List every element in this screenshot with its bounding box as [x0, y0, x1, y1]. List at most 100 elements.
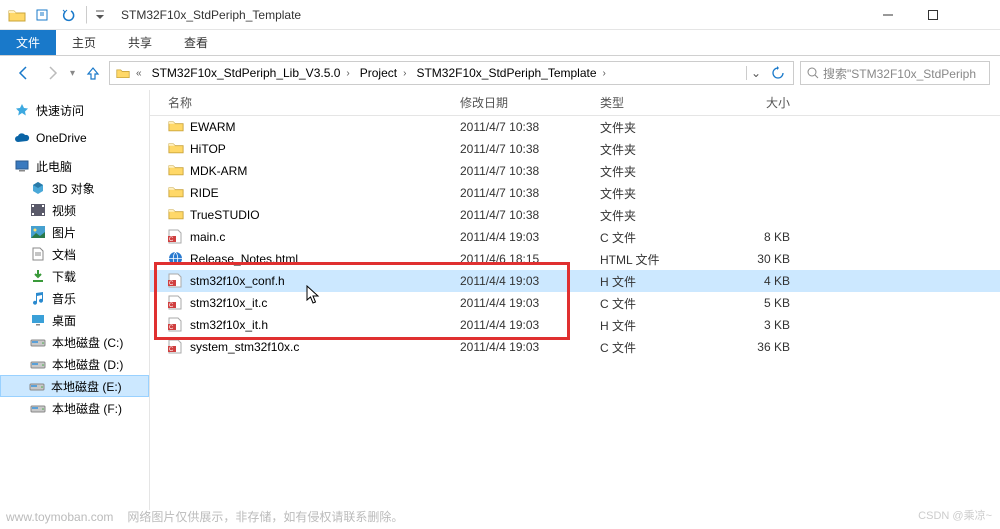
cfile-icon: C: [168, 295, 184, 311]
file-type: 文件夹: [590, 141, 720, 158]
header-date[interactable]: 修改日期: [450, 90, 590, 115]
sidebar-quick-access[interactable]: 快速访问: [0, 99, 149, 121]
watermark-footer: www.toymoban.com 网络图片仅供展示，非存储，如有侵权请联系删除。: [0, 508, 1000, 525]
sidebar-item[interactable]: 图片: [0, 221, 149, 243]
file-row[interactable]: Cmain.c2011/4/4 19:03C 文件8 KB: [150, 226, 1000, 248]
file-name: MDK-ARM: [190, 164, 247, 178]
cfile-icon: C: [168, 339, 184, 355]
search-box[interactable]: 搜索"STM32F10x_StdPeriph: [800, 61, 990, 85]
file-row[interactable]: Cstm32f10x_it.c2011/4/4 19:03C 文件5 KB: [150, 292, 1000, 314]
sidebar-item[interactable]: 本地磁盘 (F:): [0, 397, 149, 419]
sidebar-item[interactable]: 本地磁盘 (D:): [0, 353, 149, 375]
sidebar-label: 本地磁盘 (D:): [52, 356, 123, 373]
sidebar-item[interactable]: 本地磁盘 (E:): [0, 375, 149, 397]
folder-row[interactable]: HiTOP2011/4/7 10:38文件夹: [150, 138, 1000, 160]
window-title: STM32F10x_StdPeriph_Template: [113, 8, 865, 22]
header-name[interactable]: 名称: [150, 90, 450, 115]
history-dropdown[interactable]: ▾: [70, 68, 75, 79]
file-row[interactable]: Release_Notes.html2011/4/6 18:15HTML 文件3…: [150, 248, 1000, 270]
header-type[interactable]: 类型: [590, 90, 720, 115]
sidebar-item[interactable]: 下载: [0, 265, 149, 287]
sidebar-label: 本地磁盘 (E:): [51, 378, 122, 395]
sidebar-onedrive[interactable]: OneDrive: [0, 127, 149, 149]
chevron-right-icon[interactable]: ›: [344, 68, 351, 79]
folder-row[interactable]: TrueSTUDIO2011/4/7 10:38文件夹: [150, 204, 1000, 226]
up-button[interactable]: [83, 63, 103, 83]
forward-button[interactable]: [42, 63, 62, 83]
tab-home[interactable]: 主页: [56, 30, 112, 55]
sidebar-label: 本地磁盘 (F:): [52, 400, 122, 417]
chevron-right-icon[interactable]: ›: [601, 68, 608, 79]
content-pane: 名称 修改日期 类型 大小 EWARM2011/4/7 10:38文件夹HiTO…: [150, 90, 1000, 510]
file-size: 36 KB: [720, 340, 820, 354]
tab-file[interactable]: 文件: [0, 30, 56, 55]
svg-text:C: C: [169, 347, 174, 353]
folder-icon: [168, 163, 184, 179]
refresh-button[interactable]: [765, 66, 791, 80]
folder-row[interactable]: RIDE2011/4/7 10:38文件夹: [150, 182, 1000, 204]
minimize-button[interactable]: [865, 0, 910, 30]
file-row[interactable]: Csystem_stm32f10x.c2011/4/4 19:03C 文件36 …: [150, 336, 1000, 358]
header-size[interactable]: 大小: [720, 90, 820, 115]
tab-share[interactable]: 共享: [112, 30, 168, 55]
folder-icon: [116, 67, 130, 79]
folder-icon: [30, 180, 46, 196]
sidebar: 快速访问 OneDrive 此电脑 3D 对象视频图片文档下载音乐桌面本地磁盘 …: [0, 90, 150, 510]
folder-icon: [168, 141, 184, 157]
folder-row[interactable]: MDK-ARM2011/4/7 10:38文件夹: [150, 160, 1000, 182]
breadcrumb-seg-2[interactable]: STM32F10x_StdPeriph_Template›: [412, 62, 611, 84]
file-row[interactable]: Cstm32f10x_it.h2011/4/4 19:03H 文件3 KB: [150, 314, 1000, 336]
file-size: 4 KB: [720, 274, 820, 288]
sidebar-label: OneDrive: [36, 131, 87, 145]
star-icon: [14, 102, 30, 118]
file-date: 2011/4/4 19:03: [450, 274, 590, 288]
ribbon-tabs: 文件 主页 共享 查看: [0, 30, 1000, 56]
main-area: 快速访问 OneDrive 此电脑 3D 对象视频图片文档下载音乐桌面本地磁盘 …: [0, 90, 1000, 510]
file-size: 8 KB: [720, 230, 820, 244]
sidebar-item[interactable]: 桌面: [0, 309, 149, 331]
folder-icon: [168, 119, 184, 135]
breadcrumb-seg-0[interactable]: STM32F10x_StdPeriph_Lib_V3.5.0›: [148, 62, 356, 84]
cloud-icon: [14, 130, 30, 146]
tab-view[interactable]: 查看: [168, 30, 224, 55]
properties-button[interactable]: [30, 3, 54, 27]
file-type: 文件夹: [590, 207, 720, 224]
sidebar-label: 此电脑: [36, 158, 72, 175]
cfile-icon: C: [168, 273, 184, 289]
svg-text:C: C: [169, 303, 174, 309]
file-type: H 文件: [590, 317, 720, 334]
maximize-button[interactable]: [910, 0, 955, 30]
sidebar-label: 音乐: [52, 290, 76, 307]
app-icon[interactable]: [6, 4, 28, 26]
sidebar-item[interactable]: 本地磁盘 (C:): [0, 331, 149, 353]
breadcrumb-overflow[interactable]: «: [112, 62, 148, 84]
back-button[interactable]: [14, 63, 34, 83]
file-type: C 文件: [590, 229, 720, 246]
file-type: C 文件: [590, 295, 720, 312]
file-name: system_stm32f10x.c: [190, 340, 299, 354]
sidebar-this-pc[interactable]: 此电脑: [0, 155, 149, 177]
sidebar-item[interactable]: 3D 对象: [0, 177, 149, 199]
svg-text:C: C: [169, 325, 174, 331]
sidebar-item[interactable]: 文档: [0, 243, 149, 265]
sidebar-item[interactable]: 音乐: [0, 287, 149, 309]
file-name: stm32f10x_it.c: [190, 296, 267, 310]
column-headers: 名称 修改日期 类型 大小: [150, 90, 1000, 116]
folder-icon: [30, 202, 46, 218]
quick-access-toolbar: [0, 3, 113, 27]
address-dropdown[interactable]: ⌄: [746, 66, 765, 80]
file-date: 2011/4/4 19:03: [450, 340, 590, 354]
file-type: 文件夹: [590, 185, 720, 202]
qat-dropdown[interactable]: [93, 3, 107, 27]
file-size: 3 KB: [720, 318, 820, 332]
breadcrumb-seg-1[interactable]: Project›: [356, 62, 413, 84]
undo-button[interactable]: [56, 3, 80, 27]
file-row[interactable]: Cstm32f10x_conf.h2011/4/4 19:03H 文件4 KB: [150, 270, 1000, 292]
address-bar: ▾ « STM32F10x_StdPeriph_Lib_V3.5.0› Proj…: [0, 56, 1000, 90]
folder-row[interactable]: EWARM2011/4/7 10:38文件夹: [150, 116, 1000, 138]
sidebar-item[interactable]: 视频: [0, 199, 149, 221]
folder-icon: [30, 268, 46, 284]
folder-icon: [30, 224, 46, 240]
chevron-right-icon[interactable]: ›: [401, 68, 408, 79]
breadcrumb[interactable]: « STM32F10x_StdPeriph_Lib_V3.5.0› Projec…: [109, 61, 794, 85]
